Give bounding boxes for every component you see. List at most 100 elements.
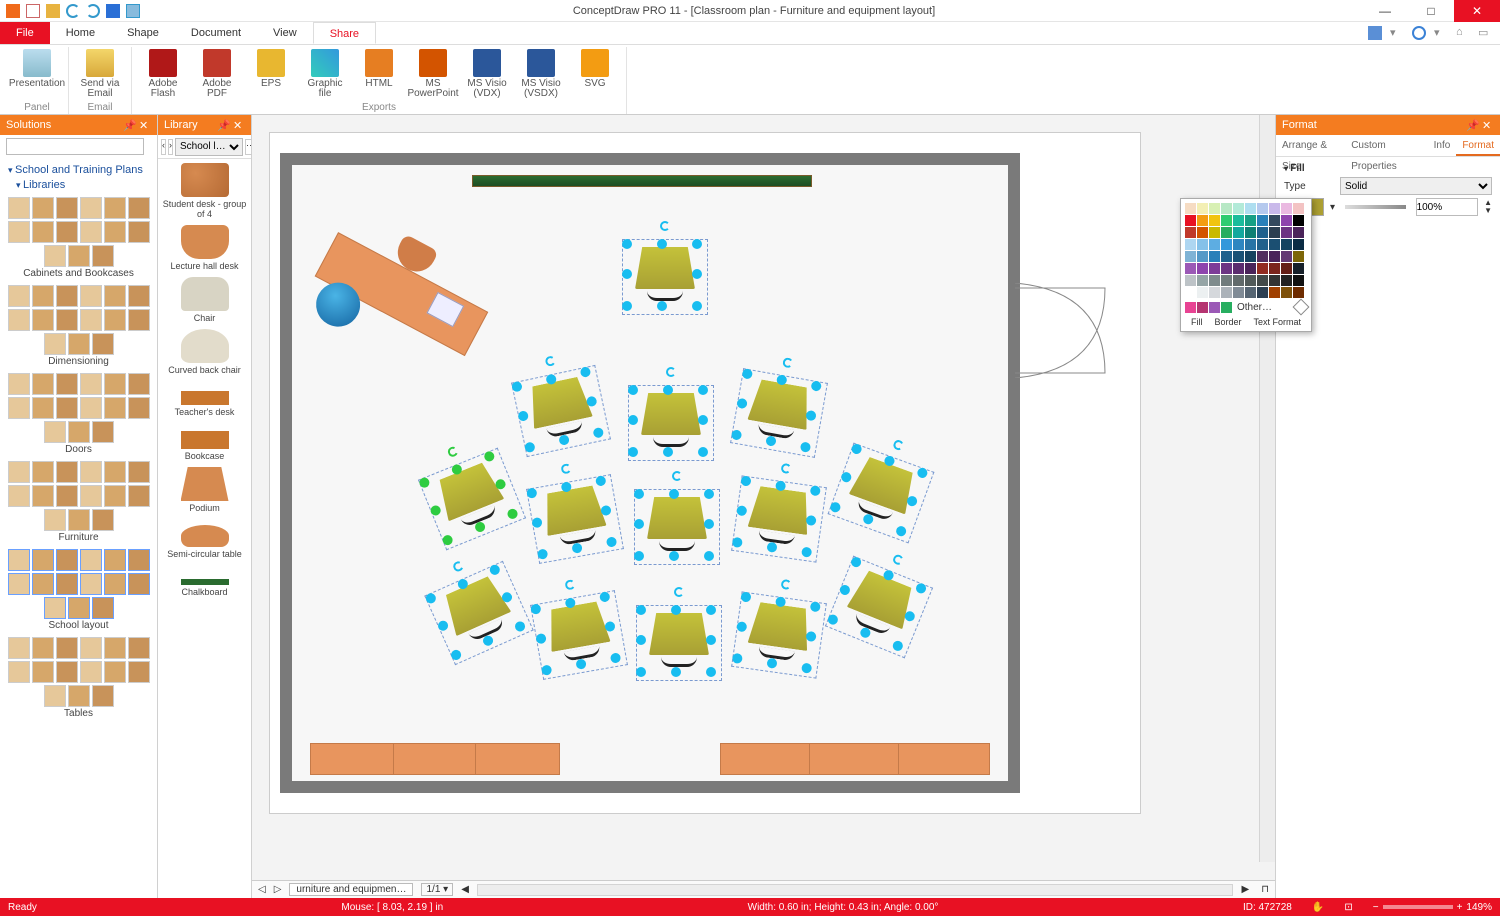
ribbon-ms-visio-vdx-[interactable]: MS Visio (VDX) xyxy=(462,47,512,102)
eyedropper-icon[interactable] xyxy=(1293,299,1310,316)
ribbon-html[interactable]: HTML xyxy=(354,47,404,102)
preview-mode-icon[interactable] xyxy=(1368,26,1382,40)
student-desk[interactable] xyxy=(428,458,515,540)
zoom-slider[interactable] xyxy=(1383,905,1453,909)
thumb[interactable] xyxy=(68,245,90,267)
color-swatch[interactable] xyxy=(1209,227,1220,238)
tab-format[interactable]: Format xyxy=(1456,135,1500,156)
color-swatch[interactable] xyxy=(1257,275,1268,286)
ribbon-eps[interactable]: EPS xyxy=(246,47,296,102)
thumb[interactable] xyxy=(44,685,66,707)
student-desk[interactable] xyxy=(739,377,818,448)
thumb[interactable] xyxy=(80,309,102,331)
solution-group-furniture[interactable]: Furniture xyxy=(4,461,153,543)
color-swatch[interactable] xyxy=(1209,275,1220,286)
tab-view[interactable]: View xyxy=(257,22,313,44)
student-desk[interactable] xyxy=(740,484,818,553)
color-swatch[interactable] xyxy=(1245,239,1256,250)
student-desk[interactable] xyxy=(630,247,700,307)
thumb[interactable] xyxy=(68,509,90,531)
color-swatch[interactable] xyxy=(1233,251,1244,262)
close-button[interactable]: ✕ xyxy=(1454,0,1500,22)
color-swatch[interactable] xyxy=(1269,287,1280,298)
ribbon-ms-visio-vsdx-[interactable]: MS Visio (VSDX) xyxy=(516,47,566,102)
cabinet-left[interactable] xyxy=(310,743,560,775)
color-swatch[interactable] xyxy=(1245,287,1256,298)
color-swatch[interactable] xyxy=(1185,239,1196,250)
color-swatch[interactable] xyxy=(1281,203,1292,214)
thumb[interactable] xyxy=(56,461,78,483)
color-swatch[interactable] xyxy=(1245,203,1256,214)
thumb[interactable] xyxy=(128,661,150,683)
thumb[interactable] xyxy=(44,421,66,443)
solution-group-doors[interactable]: Doors xyxy=(4,373,153,455)
color-swatch[interactable] xyxy=(1197,227,1208,238)
thumb[interactable] xyxy=(128,309,150,331)
color-swatch[interactable] xyxy=(1209,215,1220,226)
thumb[interactable] xyxy=(128,637,150,659)
color-swatch[interactable] xyxy=(1233,203,1244,214)
color-swatch[interactable] xyxy=(1197,215,1208,226)
library-item-bookcase[interactable]: Bookcase xyxy=(158,421,251,465)
popup-label-border[interactable]: Border xyxy=(1214,317,1241,327)
thumb[interactable] xyxy=(32,397,54,419)
ribbon-svg[interactable]: SVG xyxy=(570,47,620,102)
color-swatch[interactable] xyxy=(1185,275,1196,286)
color-swatch[interactable] xyxy=(1269,203,1280,214)
ribbon-graphic-file[interactable]: Graphic file xyxy=(300,47,350,102)
color-swatch[interactable] xyxy=(1209,287,1220,298)
thumb[interactable] xyxy=(128,221,150,243)
pin-icon[interactable]: 📌 xyxy=(217,119,229,131)
color-swatch[interactable] xyxy=(1233,227,1244,238)
color-swatch[interactable] xyxy=(1233,263,1244,274)
popup-label-text[interactable]: Text Format xyxy=(1253,317,1301,327)
solution-group-school-layout[interactable]: School layout xyxy=(4,549,153,631)
thumb[interactable] xyxy=(44,245,66,267)
color-swatch[interactable] xyxy=(1269,275,1280,286)
color-swatch[interactable] xyxy=(1293,239,1304,250)
thumb[interactable] xyxy=(80,197,102,219)
thumb[interactable] xyxy=(104,285,126,307)
thumb[interactable] xyxy=(80,397,102,419)
thumb[interactable] xyxy=(80,285,102,307)
color-swatch[interactable] xyxy=(1257,287,1268,298)
color-swatch[interactable] xyxy=(1281,275,1292,286)
library-item-teacher-s-desk[interactable]: Teacher's desk xyxy=(158,379,251,421)
ribbon-ms-powerpoint[interactable]: MS PowerPoint xyxy=(408,47,458,102)
color-swatch[interactable] xyxy=(1221,275,1232,286)
color-swatch[interactable] xyxy=(1269,227,1280,238)
thumb[interactable] xyxy=(8,309,30,331)
color-swatch[interactable] xyxy=(1281,215,1292,226)
color-swatch[interactable] xyxy=(1185,203,1196,214)
close-panel-icon[interactable]: ✕ xyxy=(139,119,151,131)
maximize-button[interactable]: □ xyxy=(1408,0,1454,22)
color-swatch[interactable] xyxy=(1293,203,1304,214)
thumb[interactable] xyxy=(44,509,66,531)
thumb[interactable] xyxy=(8,573,30,595)
library-item-curved-back-chair[interactable]: Curved back chair xyxy=(158,327,251,379)
student-desk[interactable] xyxy=(642,497,712,557)
library-set-select[interactable]: School l… xyxy=(175,138,243,156)
tab-document[interactable]: Document xyxy=(175,22,257,44)
color-swatch[interactable] xyxy=(1185,287,1196,298)
thumb[interactable] xyxy=(8,661,30,683)
color-swatch[interactable] xyxy=(1281,227,1292,238)
solution-group-cabinets-and-bookcases[interactable]: Cabinets and Bookcases xyxy=(4,197,153,279)
thumb[interactable] xyxy=(32,549,54,571)
zoom-level[interactable]: 149% xyxy=(1466,902,1492,913)
ribbon-adobe-flash[interactable]: Adobe Flash xyxy=(138,47,188,102)
color-swatch[interactable] xyxy=(1233,215,1244,226)
thumb[interactable] xyxy=(80,661,102,683)
color-swatch[interactable] xyxy=(1293,251,1304,262)
thumb[interactable] xyxy=(44,597,66,619)
library-item-semi-circular-table[interactable]: Semi-circular table xyxy=(158,517,251,563)
student-desk[interactable] xyxy=(521,374,602,447)
tree-node-school[interactable]: School and Training Plans xyxy=(8,164,149,176)
thumb[interactable] xyxy=(68,597,90,619)
color-swatch[interactable] xyxy=(1221,203,1232,214)
thumb[interactable] xyxy=(92,421,114,443)
color-swatch[interactable] xyxy=(1221,287,1232,298)
thumb[interactable] xyxy=(8,373,30,395)
color-swatch[interactable] xyxy=(1257,227,1268,238)
color-swatch[interactable] xyxy=(1293,287,1304,298)
